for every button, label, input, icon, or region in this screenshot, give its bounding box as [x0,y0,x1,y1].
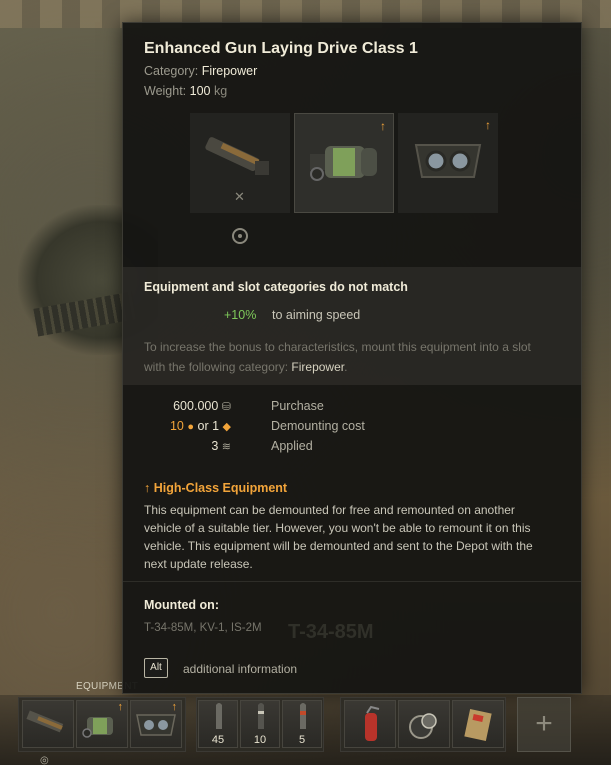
equipment-tooltip: Enhanced Gun Laying Drive Class 1 Catego… [122,22,582,694]
weight-unit: kg [213,84,228,98]
consumable-slot-first-aid[interactable] [452,700,504,748]
applied-label: Applied [271,439,313,453]
gun-laying-drive-icon [310,146,377,181]
high-class-text: This equipment can be demounted for free… [144,503,533,571]
consumable-slot-repair-kit[interactable] [398,700,450,748]
ap-shell-icon [216,703,222,729]
weight-value: 100 [189,84,211,98]
category-label: Category: [144,64,199,78]
rammer-icon [26,710,64,733]
tooltip-title: Enhanced Gun Laying Drive Class 1 [144,40,418,57]
alt-info-text: additional information [183,662,298,676]
applied-count: 3 ≋ [121,439,231,453]
equipment-slots: ✕ ↑ ↑ [190,113,498,213]
ammo-slot-he[interactable]: 5 [282,700,322,748]
optics-icon [414,144,482,178]
ammo-count: 45 [211,734,225,746]
mounted-on-title: Mounted on: [144,598,219,612]
first-aid-kit-icon [464,709,492,741]
upgrade-arrow-icon: ↑ [171,701,178,713]
rammer-icon [205,137,269,175]
add-consumable-button[interactable]: + [517,697,571,752]
slot-rammer: ✕ [190,113,290,213]
upgrade-arrow-icon: ↑ [485,118,491,132]
weight-row: Weight: 100 kg [144,84,227,98]
fire-extinguisher-icon [365,705,380,741]
repair-kit-icon [409,713,437,739]
slot-optics: ↑ [398,113,498,213]
he-shell-icon [300,703,306,729]
purchase-value: 600.000 [173,399,219,413]
ammo-slot-apcr[interactable]: 10 [240,700,280,748]
slot-gun-laying-drive: ↑ [294,113,394,213]
mismatch-cross-icon: ✕ [234,189,245,204]
mounted-on-list: T-34-85M, KV-1, IS-2M [144,622,262,634]
slot-category-icon [232,228,248,244]
applied-icon: ≋ [221,441,231,453]
divider [123,581,581,582]
equipment-slot-optics[interactable]: ↑ [130,700,182,748]
applied-value: 3 [211,439,219,453]
upgrade-arrow-icon: ↑ [380,119,386,133]
category-value: Firepower [201,64,258,78]
demount-price: 10 ● or 1 ◆ [121,419,231,433]
demount-or: or 1 [197,419,220,433]
high-class-title: ↑ High-Class Equipment [144,481,287,495]
consumable-slot-fire-extinguisher[interactable] [344,700,396,748]
equipment-slot-rammer[interactable] [22,700,74,748]
alt-key-hint: Alt [144,658,168,678]
category-row: Category: Firepower [144,64,257,78]
high-class-title-text: High-Class Equipment [153,481,288,495]
weight-label: Weight: [144,84,187,98]
ammo-count: 5 [298,734,306,746]
ammo-count: 10 [253,734,267,746]
gold-icon: ● [187,421,195,433]
demount-gold-value: 10 [169,419,184,433]
upgrade-arrow-icon: ↑ [144,481,154,495]
status-dot-icon: ◎ [40,755,49,765]
equipment-slot-gun-laying-drive[interactable]: ↑ [76,700,128,748]
credits-icon: ⛁ [221,401,231,413]
purchase-price: 600.000 ⛁ [121,399,231,413]
purchase-label: Purchase [271,399,324,413]
hint-category: Firepower [291,360,345,374]
bonds-icon: ◆ [222,421,231,433]
upgrade-arrow-icon: ↑ [117,701,124,713]
apcr-shell-icon [258,703,264,729]
hint-suffix: . [344,360,348,374]
bonus-value: +10% [224,308,257,322]
ammo-slot-ap[interactable]: 45 [198,700,238,748]
mismatch-title: Equipment and slot categories do not mat… [144,280,408,294]
ghost-vehicle-name: T-34-85M [288,621,374,643]
bonus-text: to aiming speed [272,308,361,322]
demount-label: Demounting cost [271,419,365,433]
category-hint: To increase the bonus to characteristics… [144,337,554,377]
